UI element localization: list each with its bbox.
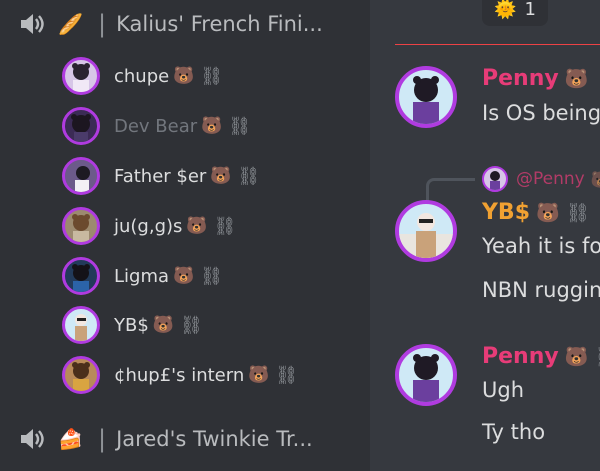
message-text: Ty tho: [482, 420, 546, 444]
bear-icon: 🐻: [536, 202, 560, 224]
voice-user-juggs[interactable]: ju(g,g)s 🐻 ⛓: [62, 205, 237, 247]
username: ¢hup£'s intern: [114, 364, 245, 386]
username: ju(g,g)s: [114, 215, 183, 237]
chain-icon: ⛓: [594, 346, 600, 368]
chain-icon: ⛓: [237, 165, 261, 187]
chain-icon: ⛓: [228, 115, 251, 137]
author-name: Penny: [482, 344, 559, 369]
channel-name: Kalius' French Fini...: [116, 12, 323, 36]
avatar: [482, 166, 508, 192]
message-text: NBN ruggin: [482, 278, 600, 302]
bear-icon: 🐻: [186, 216, 208, 236]
author-name: YB$: [482, 200, 531, 225]
bear-icon: 🐻: [591, 170, 600, 189]
mention: @Penny: [516, 169, 585, 189]
chain-icon: ⛓: [213, 215, 237, 237]
message-author[interactable]: Penny🐻⛓: [482, 344, 600, 369]
bear-icon: 🐻: [564, 68, 589, 90]
new-messages-divider: [395, 44, 600, 45]
bear-icon: 🐻: [248, 365, 270, 385]
bear-icon: 🐻: [173, 66, 195, 86]
chain-icon: ⛓: [200, 265, 223, 287]
chain-icon: ⛓: [275, 364, 298, 386]
sun-icon: 🌞: [494, 0, 517, 20]
voice-user-chupe-intern[interactable]: ¢hup£'s intern 🐻 ⛓: [62, 354, 298, 396]
avatar: [62, 107, 100, 145]
voice-channel-sidebar: 🥖 | Kalius' French Fini... chupe 🐻 ⛓ Dev…: [0, 0, 370, 471]
bear-icon: 🐻: [152, 315, 174, 335]
avatar: [62, 306, 100, 344]
avatar: [62, 57, 100, 95]
avatar: [62, 157, 100, 195]
avatar[interactable]: [395, 344, 457, 406]
bear-icon: 🐻: [210, 166, 232, 186]
voice-user-yb[interactable]: YB$ 🐻 ⛓: [62, 304, 203, 346]
chain-icon: ⛓: [179, 314, 203, 336]
voice-channel-jared[interactable]: 🍰 | Jared's Twinkie Tr...: [18, 419, 313, 459]
reaction-button[interactable]: 🌞 1: [482, 0, 548, 26]
author-name: Penny: [482, 66, 559, 91]
message-author[interactable]: YB$ 🐻 ⛓: [482, 200, 590, 225]
avatar[interactable]: [395, 66, 457, 128]
username: YB$: [114, 314, 149, 336]
chain-icon: ⛓: [200, 65, 223, 87]
avatar: [62, 257, 100, 295]
baguette-icon: 🥖: [58, 12, 83, 36]
channel-name: Jared's Twinkie Tr...: [116, 427, 313, 451]
reaction-count: 1: [524, 0, 536, 20]
chain-icon: ⛓: [565, 202, 590, 224]
voice-user-ligma[interactable]: Ligma 🐻 ⛓: [62, 255, 223, 297]
channel-separator: |: [98, 10, 107, 38]
reply-reference[interactable]: @Penny 🐻: [482, 166, 600, 192]
speaker-icon: [18, 424, 48, 454]
avatar: [62, 356, 100, 394]
username: chupe: [114, 65, 170, 87]
bear-icon: 🐻: [173, 266, 195, 286]
voice-user-dev-bear[interactable]: Dev Bear 🐻 ⛓: [62, 105, 251, 147]
avatar[interactable]: [395, 200, 457, 262]
voice-user-chupe[interactable]: chupe 🐻 ⛓: [62, 55, 223, 97]
username: Dev Bear: [114, 115, 198, 137]
reply-connector: [426, 178, 475, 203]
channel-separator: |: [98, 425, 107, 453]
username: Father $er: [114, 165, 207, 187]
username: Ligma: [114, 265, 170, 287]
message-text: Ugh: [482, 378, 525, 402]
voice-channel-kalius[interactable]: 🥖 | Kalius' French Fini...: [18, 4, 323, 44]
message-text: Yeah it is fo: [482, 234, 600, 258]
chat-area: 🌞 1 Penny🐻 Is OS being @Penny 🐻 YB$🐻⛓ Ye…: [370, 0, 600, 471]
avatar: [62, 207, 100, 245]
voice-user-father-ser[interactable]: Father $er 🐻 ⛓: [62, 155, 261, 197]
message-author[interactable]: Penny 🐻: [482, 66, 588, 91]
cake-icon: 🍰: [58, 427, 83, 451]
bear-icon: 🐻: [201, 116, 223, 136]
message-text: Is OS being: [482, 101, 600, 125]
speaker-icon: [18, 9, 48, 39]
bear-icon: 🐻: [564, 346, 589, 368]
